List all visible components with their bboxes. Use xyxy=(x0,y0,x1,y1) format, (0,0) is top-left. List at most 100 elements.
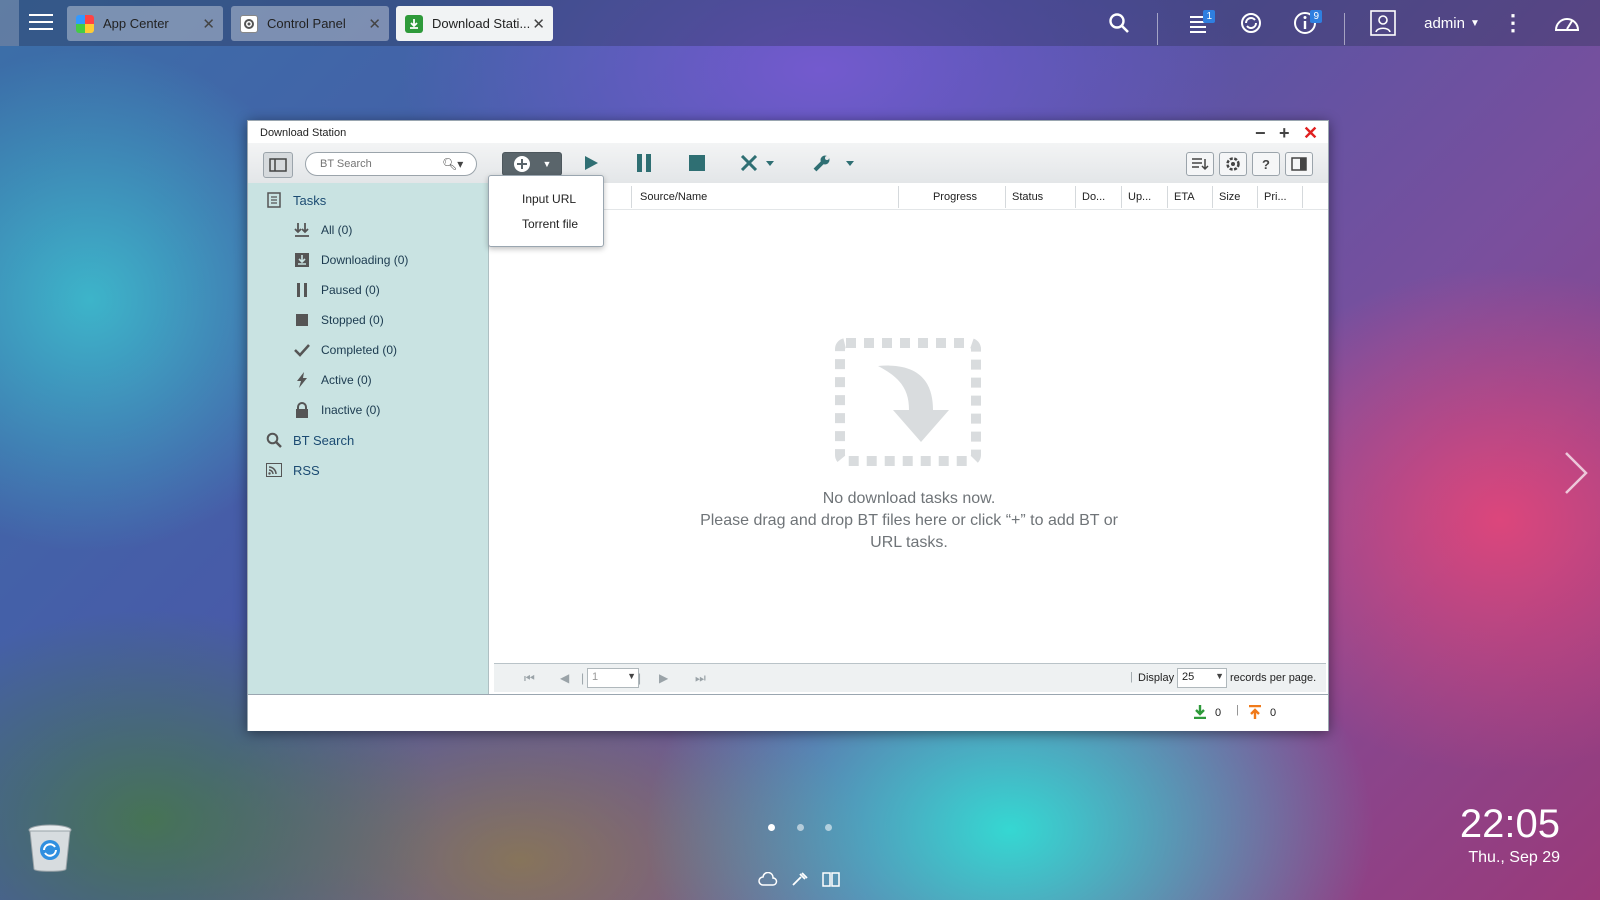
page-dot[interactable] xyxy=(797,824,804,831)
sidebar-toggle-button[interactable] xyxy=(263,152,293,178)
column-header[interactable]: Progress xyxy=(899,186,1006,208)
chevron-down-icon: ▼ xyxy=(542,159,552,169)
stop-icon[interactable] xyxy=(689,155,705,171)
tab-app-center[interactable]: App Center ✕ xyxy=(67,6,223,41)
page-dot-active[interactable] xyxy=(768,824,775,831)
download-speed-icon xyxy=(1193,705,1207,722)
download-station-icon xyxy=(405,14,423,33)
add-task-button[interactable]: ▼ xyxy=(502,152,562,176)
menu-item-input-url[interactable]: Input URL xyxy=(522,192,576,206)
search-icon[interactable]: 🔍︎▾ xyxy=(442,157,463,171)
last-page-icon[interactable]: ⏭︎ xyxy=(695,671,706,686)
sidebar-item-active[interactable]: Active (0) xyxy=(293,371,372,389)
page-number: 1 xyxy=(592,671,599,683)
close-icon[interactable]: ✕ xyxy=(532,15,545,33)
status-bar: 0 | 0 xyxy=(248,694,1328,731)
sidebar-item-label: Active (0) xyxy=(321,373,372,387)
clock-time: 22:05 xyxy=(1459,802,1560,846)
sidebar-item-stopped[interactable]: Stopped (0) xyxy=(293,311,384,329)
layout-icon[interactable] xyxy=(1285,152,1313,176)
column-header[interactable]: Pri... xyxy=(1258,186,1303,208)
downloading-icon xyxy=(293,251,311,269)
help-icon[interactable]: ? xyxy=(1252,152,1280,176)
remove-icon[interactable] xyxy=(740,155,774,171)
book-icon[interactable] xyxy=(822,871,840,892)
dashboard-icon[interactable] xyxy=(1551,0,1583,46)
lightning-icon xyxy=(293,371,311,389)
display-label: Display xyxy=(1138,672,1175,684)
tab-label: Control Panel xyxy=(267,16,346,31)
upload-speed-icon xyxy=(1248,704,1262,722)
sidebar-item-downloading[interactable]: Downloading (0) xyxy=(293,251,408,269)
sidebar-item-bt-search[interactable]: BT Search xyxy=(265,431,354,449)
column-header[interactable]: ETA xyxy=(1168,186,1213,208)
sidebar-item-all[interactable]: All (0) xyxy=(293,221,352,239)
more-options-icon[interactable]: ⋮ xyxy=(1501,0,1525,46)
close-icon[interactable]: ✕ xyxy=(1303,123,1318,144)
prev-page-icon[interactable]: ◀︎ xyxy=(560,671,569,685)
per-page-value: 25 xyxy=(1182,671,1195,683)
maximize-icon[interactable]: + xyxy=(1279,123,1290,144)
pause-icon[interactable] xyxy=(636,154,652,172)
menu-item-torrent-file[interactable]: Torrent file xyxy=(522,217,578,231)
start-icon[interactable] xyxy=(583,155,599,171)
sync-icon[interactable] xyxy=(1236,0,1266,46)
recycle-bin-icon[interactable] xyxy=(27,824,73,879)
desktop-clock: 22:05 Thu., Sep 29 xyxy=(1460,802,1560,870)
user-avatar-icon[interactable] xyxy=(1368,0,1398,46)
column-header[interactable]: Status xyxy=(1006,186,1076,208)
taskbar-edge xyxy=(0,0,19,46)
tab-control-panel[interactable]: Control Panel ✕ xyxy=(231,6,389,41)
all-tasks-icon xyxy=(293,221,311,239)
rss-icon xyxy=(265,461,283,479)
bt-search-input[interactable] xyxy=(318,157,442,171)
download-station-window: Download Station − + ✕ 🔍︎▾ ▼ xyxy=(247,120,1329,731)
sidebar: Tasks All (0) Downloading (0) Paused (0)… xyxy=(248,183,489,694)
divider: | xyxy=(581,671,585,685)
first-page-icon[interactable]: ⏮︎ xyxy=(524,671,535,686)
app-center-icon xyxy=(76,14,94,33)
column-header[interactable]: Size xyxy=(1213,186,1258,208)
info-icon[interactable]: 9 xyxy=(1290,0,1322,46)
tools-icon[interactable] xyxy=(791,871,809,892)
info-badge: 9 xyxy=(1310,10,1322,23)
sidebar-item-inactive[interactable]: Inactive (0) xyxy=(293,401,380,419)
column-header[interactable]: Up... xyxy=(1122,186,1168,208)
chevron-down-icon: ▼ xyxy=(1469,17,1480,29)
divider xyxy=(1157,13,1158,45)
sidebar-item-paused[interactable]: Paused (0) xyxy=(293,281,380,299)
tab-label: App Center xyxy=(103,16,169,31)
paused-icon xyxy=(293,281,311,299)
sort-icon[interactable] xyxy=(1186,152,1214,176)
close-icon[interactable]: ✕ xyxy=(368,15,381,33)
settings-icon[interactable] xyxy=(1219,152,1247,176)
close-icon[interactable]: ✕ xyxy=(202,15,215,33)
sidebar-item-completed[interactable]: Completed (0) xyxy=(293,341,397,359)
column-header[interactable]: Source/Name xyxy=(634,186,899,208)
tab-download-station[interactable]: Download Stati... ✕ xyxy=(396,6,553,41)
background-tasks-icon[interactable]: 1 xyxy=(1183,0,1215,46)
column-header[interactable]: Do... xyxy=(1076,186,1122,208)
username: admin xyxy=(1424,14,1465,32)
search-icon xyxy=(265,431,283,449)
check-icon xyxy=(293,341,311,359)
search-icon[interactable] xyxy=(1104,0,1134,46)
next-page-icon[interactable]: ▶︎ xyxy=(659,671,668,685)
user-menu-button[interactable]: admin ▼ xyxy=(1414,0,1490,46)
tools-icon[interactable] xyxy=(812,154,854,172)
sidebar-item-label: Completed (0) xyxy=(321,343,398,357)
sidebar-item-tasks[interactable]: Tasks xyxy=(265,191,326,209)
divider xyxy=(1344,13,1345,45)
sidebar-item-rss[interactable]: RSS xyxy=(265,461,320,479)
main-menu-icon[interactable] xyxy=(29,11,53,33)
tasks-icon xyxy=(265,191,283,209)
bt-search-box[interactable]: 🔍︎▾ xyxy=(305,152,477,176)
cloud-icon[interactable] xyxy=(758,871,778,891)
minimize-icon[interactable]: − xyxy=(1255,123,1266,144)
upload-count: 0 xyxy=(1270,707,1277,719)
page-dot[interactable] xyxy=(825,824,832,831)
page-number-input[interactable]: 1 ▼ xyxy=(587,668,639,688)
task-list-panel: r Source/Name Progress Status Do... Up..… xyxy=(489,183,1328,694)
next-page-arrow-icon[interactable] xyxy=(1563,450,1589,501)
per-page-select[interactable]: 25 ▼ xyxy=(1177,668,1227,688)
